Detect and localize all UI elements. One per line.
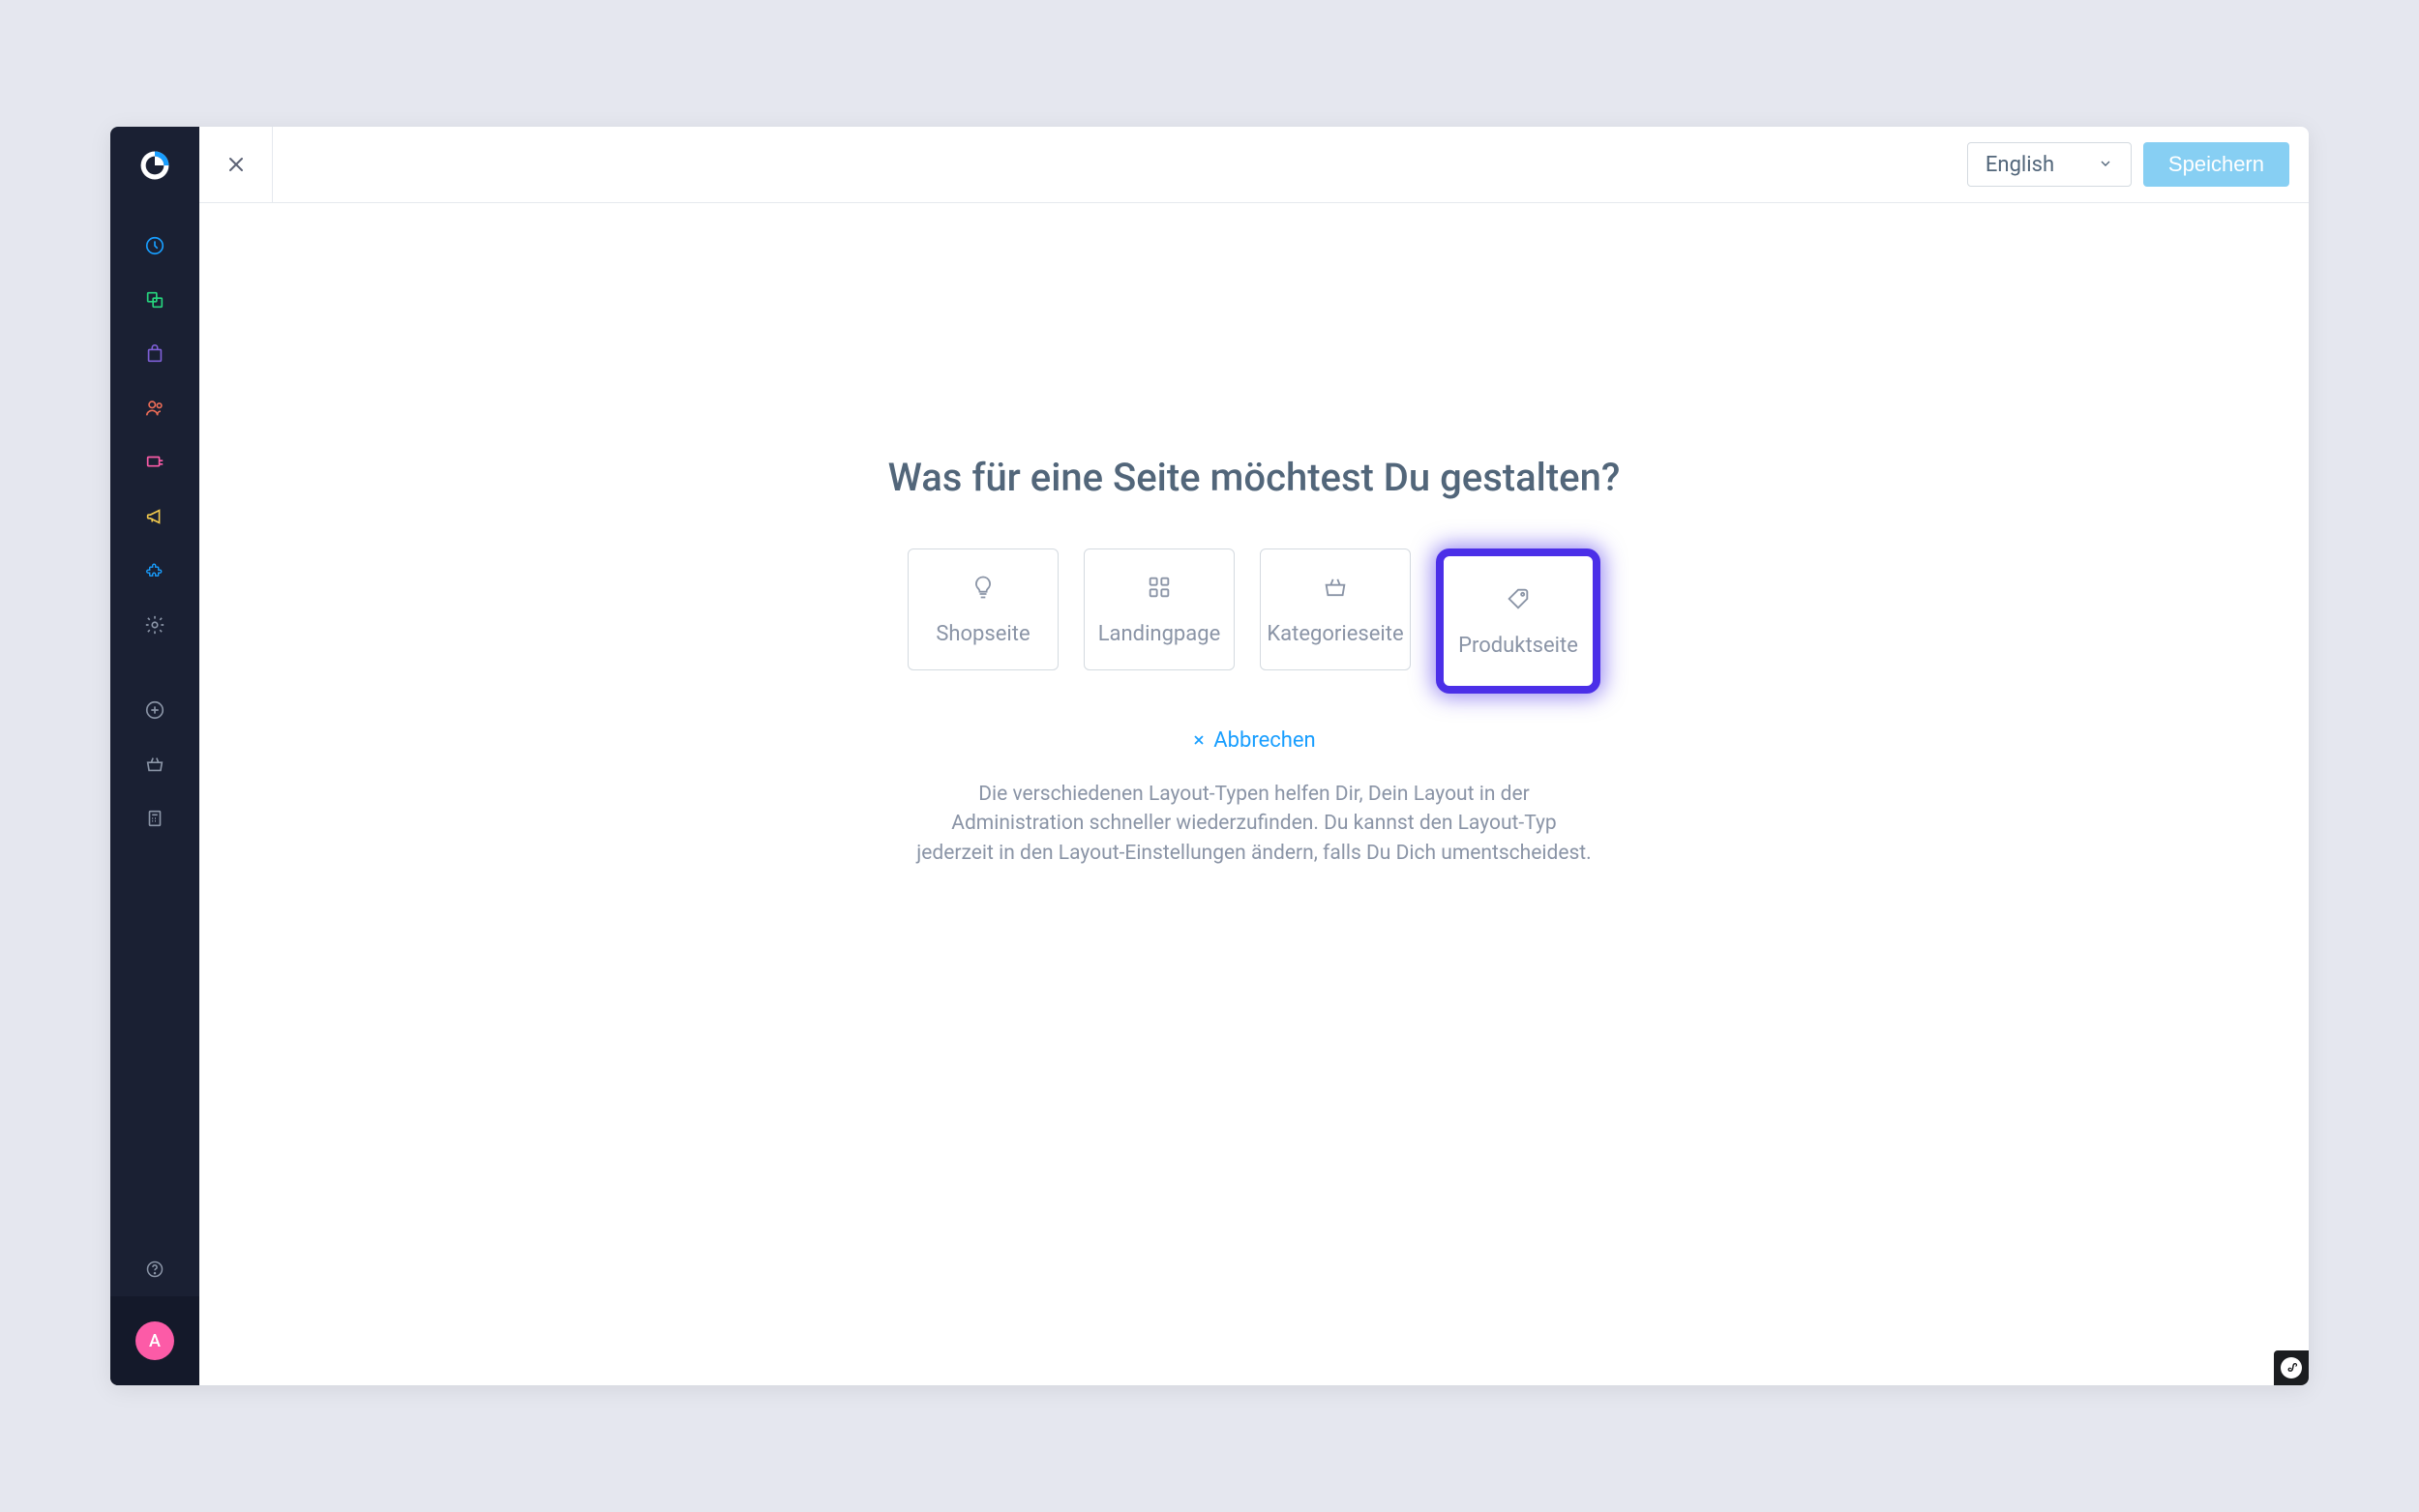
avatar-letter: A xyxy=(149,1331,161,1351)
sidebar: A xyxy=(110,127,199,1385)
option-shopseite[interactable]: Shopseite xyxy=(908,548,1059,670)
sidebar-item-marketing[interactable] xyxy=(110,489,199,544)
sidebar-item-catalog[interactable] xyxy=(110,273,199,327)
cancel-link[interactable]: Abbrechen xyxy=(1192,728,1315,753)
symfony-badge[interactable] xyxy=(2274,1350,2309,1385)
language-select[interactable]: English xyxy=(1967,142,2132,187)
option-produktseite[interactable]: Produktseite xyxy=(1436,548,1600,694)
content: Was für eine Seite möchtest Du gestalten… xyxy=(199,203,2309,1385)
page-heading: Was für eine Seite möchtest Du gestalten… xyxy=(888,455,1621,500)
user-avatar: A xyxy=(135,1321,174,1360)
app-window: A English Speichern Was für eine Seite m xyxy=(110,127,2309,1385)
cancel-label: Abbrechen xyxy=(1213,728,1315,753)
option-label: Produktseite xyxy=(1458,634,1578,658)
sidebar-item-basket[interactable] xyxy=(110,737,199,791)
tag-icon xyxy=(1505,585,1532,616)
chevron-down-icon xyxy=(2098,153,2113,177)
option-kategorieseite[interactable]: Kategorieseite xyxy=(1260,548,1411,670)
option-label: Landingpage xyxy=(1098,622,1221,646)
sidebar-item-orders[interactable] xyxy=(110,327,199,381)
sidebar-item-content[interactable] xyxy=(110,435,199,489)
option-label: Kategorieseite xyxy=(1267,622,1403,646)
sidebar-item-customers[interactable] xyxy=(110,381,199,435)
sidebar-item-dashboard[interactable] xyxy=(110,219,199,273)
option-landingpage[interactable]: Landingpage xyxy=(1084,548,1235,670)
grid-icon xyxy=(1146,574,1173,605)
sidebar-item-add[interactable] xyxy=(110,683,199,737)
helper-text: Die verschiedenen Layout-Typen helfen Di… xyxy=(915,780,1593,868)
close-icon xyxy=(1192,728,1206,753)
sidebar-nav xyxy=(110,219,199,845)
sidebar-bottom: A xyxy=(110,1242,199,1385)
user-avatar-wrap[interactable]: A xyxy=(110,1296,199,1385)
sidebar-item-help[interactable] xyxy=(110,1242,199,1296)
sidebar-item-calculator[interactable] xyxy=(110,791,199,845)
main-area: English Speichern Was für eine Seite möc… xyxy=(199,127,2309,1385)
page-type-options: Shopseite Landingpage xyxy=(908,548,1600,694)
topbar: English Speichern xyxy=(199,127,2309,203)
language-value: English xyxy=(1986,153,2054,177)
basket-icon xyxy=(1322,574,1349,605)
close-button[interactable] xyxy=(199,127,273,203)
lightbulb-icon xyxy=(970,574,997,605)
sidebar-item-extensions[interactable] xyxy=(110,544,199,598)
sidebar-item-settings[interactable] xyxy=(110,598,199,652)
save-button[interactable]: Speichern xyxy=(2143,142,2289,187)
option-label: Shopseite xyxy=(936,622,1030,646)
app-logo[interactable] xyxy=(110,127,199,203)
